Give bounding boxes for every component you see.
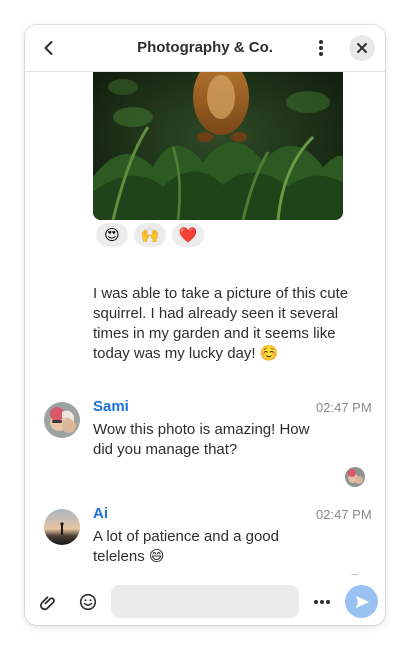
reaction-heart-eyes[interactable]: 😍 [96, 223, 128, 247]
message-text: Wow this photo is amazing! How did you m… [93, 421, 310, 458]
emoji-button[interactable] [76, 590, 100, 614]
composer-bar [25, 575, 385, 625]
sender-name[interactable]: Sami [93, 398, 129, 415]
paperclip-icon [39, 596, 55, 611]
attach-button[interactable] [35, 590, 59, 614]
close-button[interactable] [349, 35, 375, 61]
send-icon [355, 595, 369, 608]
back-button[interactable] [37, 36, 61, 60]
message-timestamp: 02:47 PM [316, 400, 372, 415]
emoji-icon [79, 593, 97, 611]
chat-window: Photography & Co. 😍 🙌 ❤️ I was able to t… [25, 25, 385, 625]
chat-title: Photography & Co. [137, 39, 273, 56]
message-list[interactable]: 😍 🙌 ❤️ I was able to take a picture of t… [25, 72, 385, 575]
sender-name[interactable]: Ai [93, 505, 108, 522]
raised-hands-emoji-icon: 🙌 [140, 227, 160, 244]
go-back-icon [44, 41, 53, 55]
reactions-row: 😍 🙌 ❤️ [96, 223, 204, 247]
avatar-sami[interactable] [44, 402, 80, 438]
read-receipt-avatar [345, 467, 365, 487]
kebab-menu-icon [319, 40, 323, 56]
reaction-raised-hands[interactable]: 🙌 [134, 223, 166, 247]
close-icon [357, 43, 367, 53]
more-options-icon [314, 600, 330, 604]
header-bar: Photography & Co. [25, 25, 385, 72]
menu-button[interactable] [309, 36, 333, 60]
more-options-button[interactable] [310, 590, 334, 614]
heart-emoji-icon: ❤️ [178, 227, 198, 244]
message-text: I was able to take a picture of this cut… [93, 285, 349, 362]
squirrel-photo[interactable] [93, 72, 343, 220]
message-timestamp: 02:47 PM [316, 507, 372, 522]
heart-eyes-emoji-icon: 😍 [104, 227, 120, 244]
send-button[interactable] [345, 585, 378, 618]
reaction-heart[interactable]: ❤️ [172, 223, 204, 247]
message-input[interactable] [111, 585, 299, 618]
message-text: A lot of patience and a good telelens 😄 [93, 528, 279, 565]
avatar-ai[interactable] [44, 509, 80, 545]
